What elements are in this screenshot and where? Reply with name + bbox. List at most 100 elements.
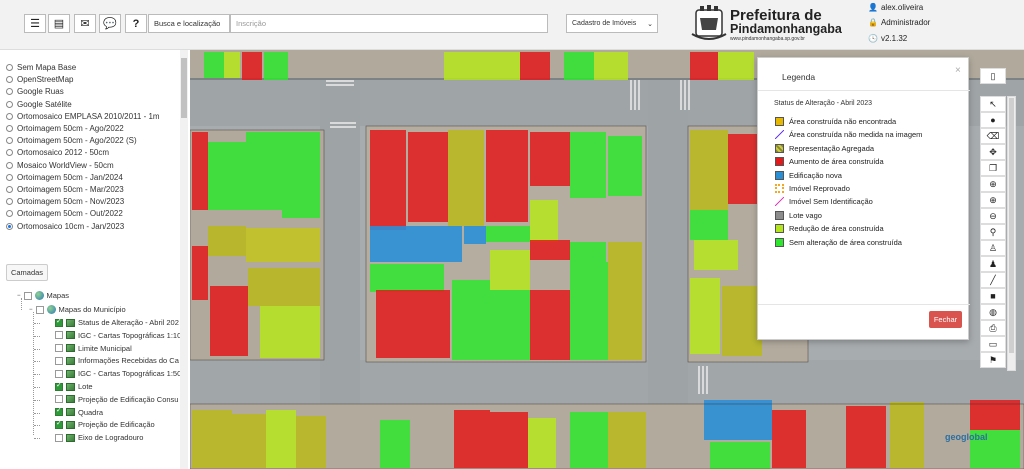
search-input[interactable] [230,14,548,33]
help-icon[interactable]: ? [125,14,147,33]
radio-button[interactable] [6,149,13,157]
layer-checkbox[interactable] [55,381,63,391]
layer-checkbox[interactable] [55,433,63,442]
info-icon[interactable]: ● [980,112,1006,128]
tree-layer-item[interactable]: Informações Recebidas do Ca [55,356,179,365]
basemap-option[interactable]: Google Satélite [6,100,72,109]
basemap-option[interactable]: Mosaico WorldView - 50cm [6,161,114,170]
print-icon[interactable]: ⎙ [980,320,1006,336]
globe-icon[interactable]: ◍ [980,304,1006,320]
tree-layer-item[interactable]: Projeção de Edificação [55,419,155,429]
basemap-option[interactable]: Ortoimagem 50cm - Nov/2023 [6,197,124,206]
radio-button[interactable] [6,173,13,181]
tree-root[interactable]: − Mapas [17,291,69,300]
radio-button[interactable] [6,210,13,218]
radio-button[interactable] [6,64,13,71]
person-icon[interactable]: ♙ [980,240,1006,256]
basemap-option[interactable]: Sem Mapa Base [6,63,76,72]
basemap-option[interactable]: Ortoimagem 50cm - Mar/2023 [6,185,124,194]
radio-button[interactable] [6,161,13,169]
database-icon[interactable]: ▤ [48,14,70,33]
layer-checkbox[interactable] [55,317,63,327]
layers-button[interactable]: Camadas [6,264,48,281]
zoom-extent-icon[interactable]: ⊕ [980,176,1006,192]
tree-layer-item[interactable]: IGC - Cartas Topográficas 1:50 [55,369,181,378]
basemap-label: Ortoimagem 50cm - Mar/2023 [17,185,124,194]
radio-button[interactable] [6,198,13,206]
menu-icon[interactable]: ☰ [24,14,46,33]
tree-layer-item[interactable]: Status de Alteração - Abril 202 [55,317,179,327]
layer-checkbox[interactable] [55,356,63,365]
search-user-icon[interactable]: ⚲ [980,224,1006,240]
left-scrollbar-thumb[interactable] [181,58,187,118]
collapse-icon[interactable]: − [29,307,33,313]
legend-item: Edificação nova [775,170,842,180]
layer-checkbox[interactable] [55,344,63,353]
close-button[interactable]: Fechar [929,311,962,328]
chat-icon[interactable]: 💬 [99,14,121,33]
layer-checkbox[interactable] [55,419,63,429]
role: Administrador [880,18,931,27]
radio-button[interactable] [6,76,13,84]
toolbar-scrollbar-thumb[interactable] [1009,98,1014,353]
tree-layer-item[interactable]: Quadra [55,406,103,417]
basemap-option[interactable]: Ortoimagem 50cm - Ago/2022 (S) [6,136,137,145]
mobile-icon[interactable]: ▯ [980,68,1006,84]
tree-group-checkbox[interactable] [35,305,44,314]
close-icon[interactable]: × [955,65,961,76]
basemap-option[interactable]: Ortoimagem 50cm - Jan/2024 [6,173,123,182]
eraser-icon[interactable]: ⌫ [980,128,1006,144]
radio-button[interactable] [6,137,13,145]
tree-layer-item[interactable]: Projeção de Edificação Consu [55,395,178,404]
tree-root-checkbox[interactable] [23,291,32,300]
layer-checkbox[interactable] [55,369,63,378]
tree-layer-item[interactable]: Limite Municipal [55,344,132,353]
layer-checkbox[interactable] [55,331,63,340]
pointer-icon[interactable]: ↖ [980,96,1006,112]
legend-label: Redução de área construída [789,224,884,234]
zoom-out-icon[interactable]: ⊖ [980,208,1006,224]
radio-button[interactable] [6,125,13,132]
radio-button[interactable] [6,100,13,108]
mail-icon[interactable]: ✉ [74,14,96,33]
measure-line-icon[interactable]: ╱ [980,272,1006,288]
radio-button[interactable] [6,186,13,193]
legend-swatch [775,130,784,140]
basemap-option[interactable]: Ortomosaico EMPLASA 2010/2011 - 1m [6,112,160,121]
radio-button[interactable] [6,112,13,120]
collapse-icon[interactable]: − [17,293,21,299]
legend-label: Área construída não encontrada [789,117,897,126]
map-toolbar: ▯ ↖ ● ⌫ ✥ ❐ ⊕ ⊕ ⊖ ⚲ ♙ ♟ ╱ ■ ◍ ⎙ ▭ ⚑ [980,60,1006,375]
radio-button[interactable] [6,88,13,96]
measure-area-icon[interactable]: ■ [980,288,1006,304]
tree-group[interactable]: − Mapas do Município [29,305,126,314]
copy-icon[interactable]: ❐ [980,160,1006,176]
layer-checkbox[interactable] [55,406,63,417]
tree-layer-item[interactable]: IGC - Cartas Topográficas 1:10 [55,331,181,340]
basemap-label: Google Satélite [17,99,72,109]
basemap-option[interactable]: Google Ruas [6,87,64,96]
search-type-label[interactable]: Busca e localização [148,14,230,33]
expand-icon[interactable]: ✥ [980,144,1006,160]
basemap-option[interactable]: Ortoimagem 50cm - Ago/2022 [6,124,124,133]
brand-url: www.pindamonhangaba.sp.gov.br [730,36,805,42]
basemap-option[interactable]: Ortomosaico 10cm - Jan/2023 [6,222,124,231]
basemap-option[interactable]: Ortomosaico 2012 - 50cm [6,148,109,157]
basemap-option[interactable]: Ortoimagem 50cm - Out/2022 [6,209,123,218]
radio-button[interactable] [6,222,13,230]
layer-checkbox[interactable] [55,395,63,404]
tree-layer-item[interactable]: Eixo de Logradouro [55,433,143,442]
zoom-in-icon[interactable]: ⊕ [980,192,1006,208]
toolbar-scrollbar[interactable] [1007,96,1016,371]
left-scrollbar[interactable] [180,50,188,469]
location-pin-icon[interactable]: ⚑ [980,352,1006,368]
street-view-icon[interactable]: ♟ [980,256,1006,272]
layers-icon[interactable]: ▭ [980,336,1006,352]
layer-select[interactable]: Cadastro de Imóveis ⌄ [566,14,658,33]
basemap-label: Ortomosaico 2012 - 50cm [17,148,110,158]
tree-layer-item[interactable]: Lote [55,381,93,391]
legend-item: Sem alteração de área construída [775,237,902,247]
layer-label: Projeção de Edificação Consu [78,394,179,404]
user-info[interactable]: 👤 alex.oliveira [868,3,923,12]
basemap-option[interactable]: OpenStreetMap [6,75,73,84]
